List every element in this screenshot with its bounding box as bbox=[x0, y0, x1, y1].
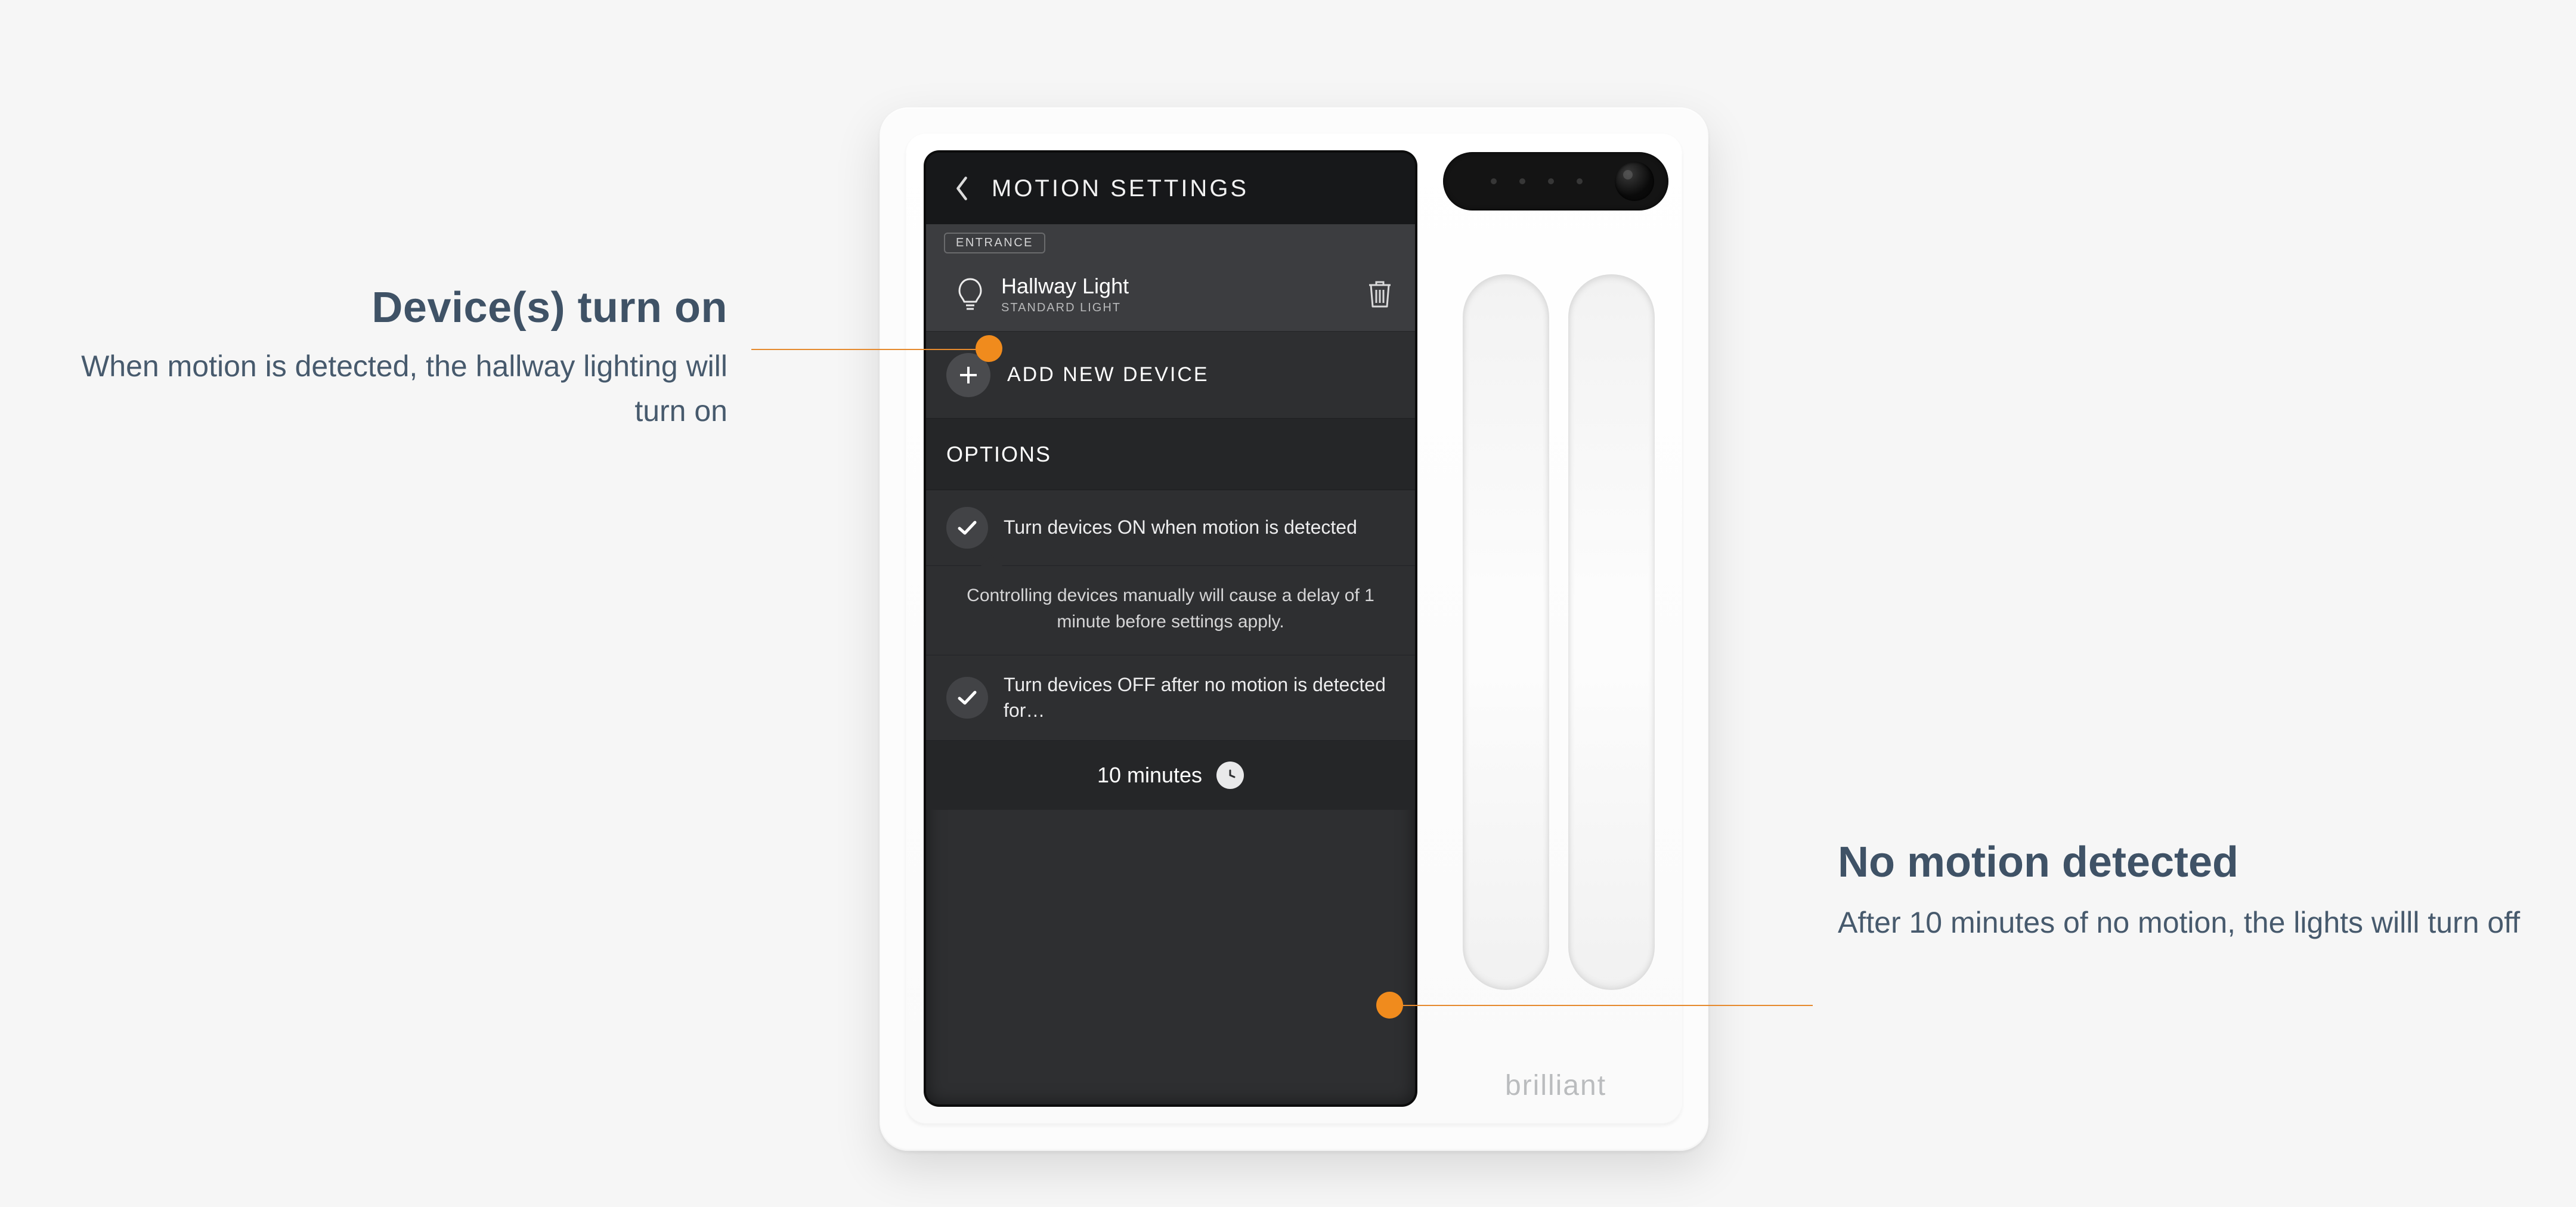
annotation-right-dot bbox=[1376, 992, 1403, 1019]
annotation-right: No motion detected After 10 minutes of n… bbox=[1838, 838, 2524, 946]
option-turn-on-motion[interactable]: Turn devices ON when motion is detected bbox=[926, 490, 1415, 566]
annotation-right-title: No motion detected bbox=[1838, 838, 2524, 887]
back-button[interactable] bbox=[944, 171, 980, 206]
annotation-left-dot bbox=[976, 335, 1002, 362]
device-name-label: Hallway Light bbox=[1001, 274, 1367, 299]
room-chip-row: ENTRANCE bbox=[926, 224, 1415, 258]
option-turn-off-no-motion[interactable]: Turn devices OFF after no motion is dete… bbox=[926, 655, 1415, 741]
screen-title: MOTION SETTINGS bbox=[980, 175, 1415, 202]
device-brand-label: brilliant bbox=[1443, 1069, 1668, 1102]
delete-device-button[interactable] bbox=[1367, 278, 1395, 311]
room-chip: ENTRANCE bbox=[944, 233, 1045, 253]
sensor-dot-icon bbox=[1577, 178, 1583, 184]
annotation-right-connector bbox=[1395, 1005, 1813, 1006]
option-off-label: Turn devices OFF after no motion is dete… bbox=[988, 672, 1395, 723]
sensor-dot-icon bbox=[1519, 178, 1525, 184]
option-on-label: Turn devices ON when motion is detected bbox=[988, 515, 1395, 540]
check-icon bbox=[946, 677, 988, 719]
device-row-hallway-light[interactable]: Hallway Light STANDARD LIGHT bbox=[926, 258, 1415, 332]
annotation-left: Device(s) turn on When motion is detecte… bbox=[72, 283, 727, 434]
timeout-label: 10 minutes bbox=[1097, 763, 1202, 788]
chevron-left-icon bbox=[953, 175, 970, 202]
sensor-dot-icon bbox=[1548, 178, 1554, 184]
device-type-label: STANDARD LIGHT bbox=[1001, 301, 1367, 315]
dimmer-slider-1[interactable] bbox=[1463, 274, 1549, 990]
add-device-label: ADD NEW DEVICE bbox=[990, 363, 1209, 386]
option-note: Controlling devices manually will cause … bbox=[926, 566, 1415, 655]
screen-header: MOTION SETTINGS bbox=[926, 153, 1415, 224]
annotation-right-desc: After 10 minutes of no motion, the light… bbox=[1838, 899, 2524, 946]
device-text: Hallway Light STANDARD LIGHT bbox=[994, 274, 1367, 315]
clock-icon bbox=[1216, 762, 1244, 789]
annotation-left-connector bbox=[751, 349, 987, 350]
check-icon bbox=[946, 507, 988, 549]
smart-panel-device: brilliant MOTION SETTINGS ENTRANCE bbox=[880, 107, 1708, 1151]
annotation-left-title: Device(s) turn on bbox=[72, 283, 727, 332]
camera-module bbox=[1443, 152, 1668, 211]
annotation-left-desc: When motion is detected, the hallway lig… bbox=[72, 344, 727, 434]
options-header: OPTIONS bbox=[926, 419, 1415, 490]
lightbulb-icon bbox=[946, 276, 994, 314]
timeout-row[interactable]: 10 minutes bbox=[926, 741, 1415, 810]
camera-lens-icon bbox=[1615, 162, 1654, 201]
touchscreen: MOTION SETTINGS ENTRANCE Hallway Light S… bbox=[926, 153, 1415, 1104]
dimmer-slider-2[interactable] bbox=[1568, 274, 1655, 990]
trash-icon bbox=[1367, 278, 1392, 309]
sensor-dot-icon bbox=[1491, 178, 1497, 184]
